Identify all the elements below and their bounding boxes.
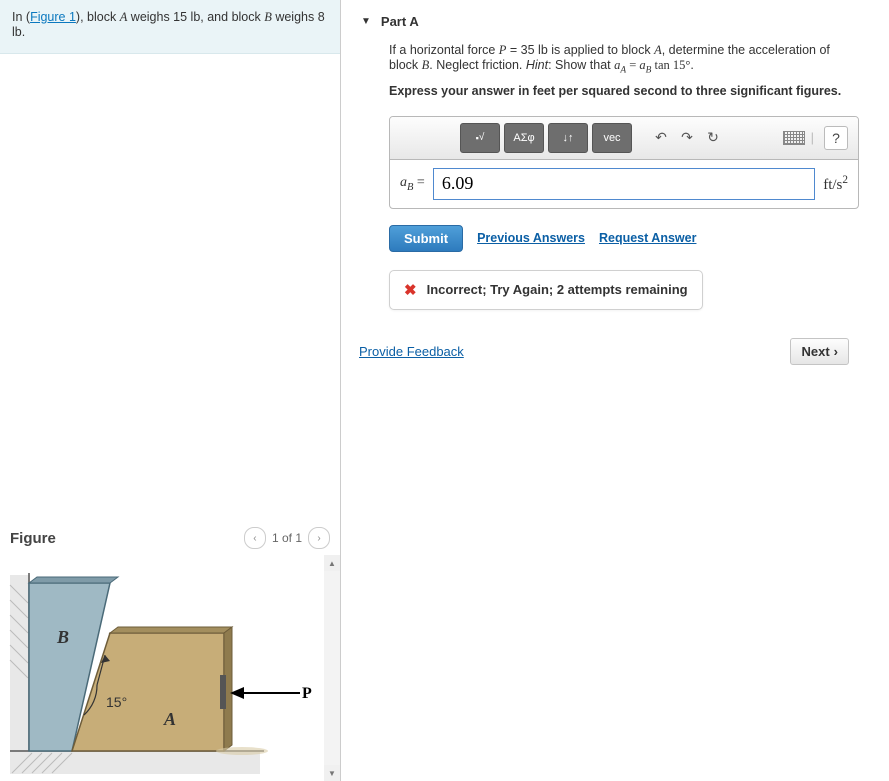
figure-heading: Figure [10,530,56,547]
undo-button[interactable]: ↶ [650,127,672,149]
figure-canvas: B A 15° P [0,555,324,781]
scroll-down-icon[interactable]: ▼ [324,765,340,781]
part-title: Part A [381,14,419,29]
next-button[interactable]: Next› [790,338,849,365]
provide-feedback-link[interactable]: Provide Feedback [359,344,464,359]
question-text: If a horizontal force P = 35 lb is appli… [389,43,859,76]
help-button[interactable]: ? [824,126,848,150]
equation-toolbar: ▪√ ΑΣφ ↓↑ vec ↶ ↷ ↻ | ? [390,117,858,160]
feedback-text: Incorrect; Try Again; 2 attempts remaini… [427,282,688,297]
label-A: A [163,709,176,729]
redo-button[interactable]: ↷ [676,127,698,149]
scroll-up-icon[interactable]: ▲ [324,555,340,571]
collapse-icon: ▼ [361,16,371,27]
greek-button[interactable]: ΑΣφ [504,123,544,153]
figure-next-button[interactable]: › [308,527,330,549]
figure-scrollbar[interactable]: ▲ ▼ [324,555,340,781]
vector-button[interactable]: vec [592,123,632,153]
reset-button[interactable]: ↻ [702,127,724,149]
problem-statement: In (Figure 1), block A weighs 15 lb, and… [0,0,340,54]
figure-link[interactable]: Figure 1 [30,10,76,24]
subscript-button[interactable]: ↓↑ [548,123,588,153]
label-P: P [302,685,312,702]
chevron-right-icon: › [834,344,838,359]
answer-instruction: Express your answer in feet per squared … [389,84,859,98]
label-angle: 15° [106,694,127,710]
part-header[interactable]: ▼ Part A [341,0,889,43]
templates-button[interactable]: ▪√ [460,123,500,153]
request-answer-link[interactable]: Request Answer [599,231,696,245]
keyboard-icon[interactable] [783,131,805,145]
figure-prev-button[interactable]: ‹ [244,527,266,549]
feedback-box: ✖ Incorrect; Try Again; 2 attempts remai… [389,270,703,310]
label-B: B [56,627,69,647]
answer-units: ft/s2 [823,174,848,194]
submit-button[interactable]: Submit [389,225,463,252]
answer-label: aB = [400,175,425,193]
answer-widget: ▪√ ΑΣφ ↓↑ vec ↶ ↷ ↻ | ? aB = ft/s2 [389,116,859,209]
problem-prefix: In ( [12,10,30,24]
incorrect-icon: ✖ [404,281,417,299]
figure-page-label: 1 of 1 [272,531,302,545]
answer-input[interactable] [433,168,815,200]
previous-answers-link[interactable]: Previous Answers [477,231,585,245]
